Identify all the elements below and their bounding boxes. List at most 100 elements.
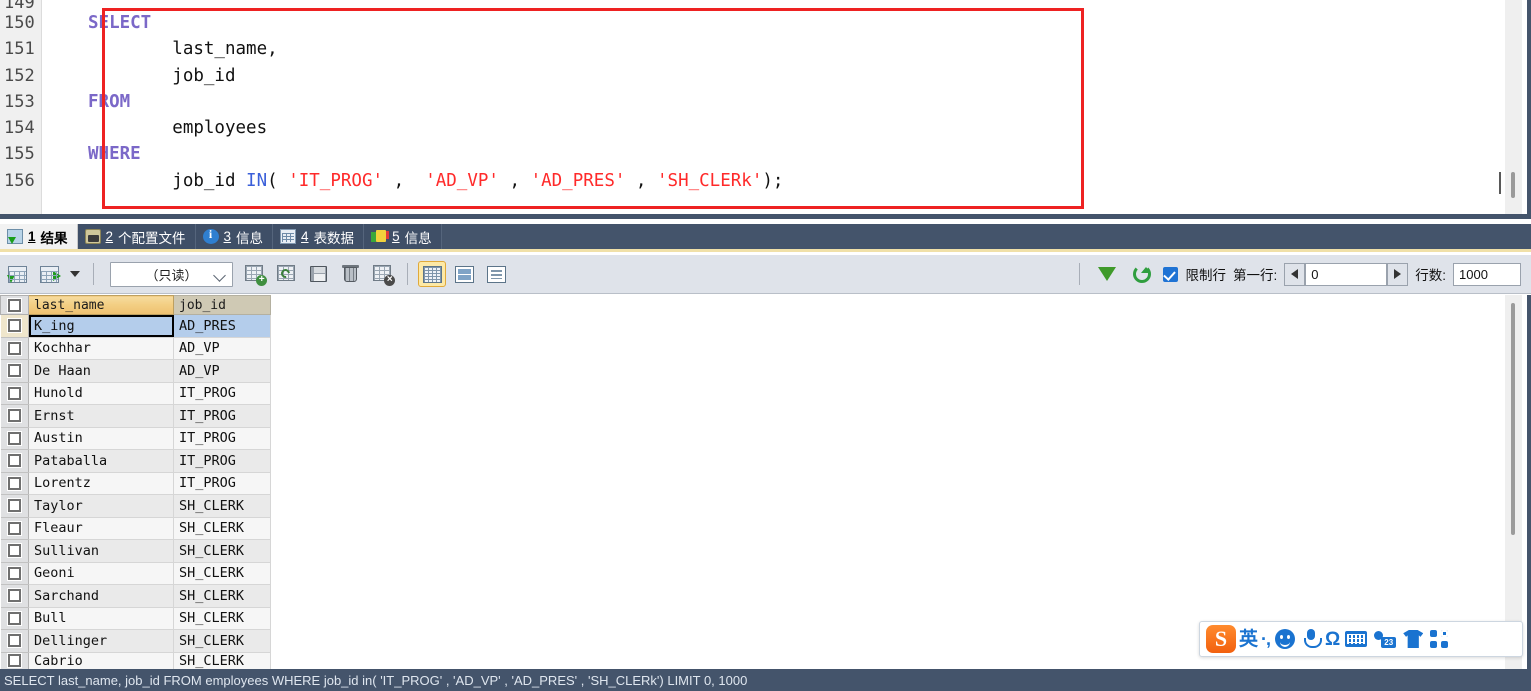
table-cell[interactable]: Bull xyxy=(28,607,174,630)
row-select-cell[interactable] xyxy=(0,517,29,540)
row-checkbox[interactable] xyxy=(7,364,21,378)
tab-4[interactable]: 4 表数据 xyxy=(273,224,365,249)
code-line[interactable] xyxy=(88,0,1531,10)
table-row[interactable]: Sullivan SH_CLERK xyxy=(0,539,271,563)
row-select-cell[interactable] xyxy=(0,449,29,473)
limit-rows-checkbox[interactable] xyxy=(1163,266,1179,282)
table-cell[interactable]: IT_PROG xyxy=(173,472,271,495)
table-cell[interactable]: SH_CLERK xyxy=(173,494,271,518)
table-cell[interactable]: Geoni xyxy=(28,562,174,585)
punctuation-toggle-icon[interactable]: ·, xyxy=(1261,630,1271,648)
table-row[interactable]: Pataballa IT_PROG xyxy=(0,449,271,473)
table-row[interactable]: Ernst IT_PROG xyxy=(0,404,271,428)
tab-3[interactable]: 3 信息 xyxy=(195,224,274,249)
row-checkbox[interactable] xyxy=(7,409,21,423)
table-cell[interactable]: IT_PROG xyxy=(173,404,271,428)
row-checkbox[interactable] xyxy=(7,386,21,400)
table-cell[interactable]: Fleaur xyxy=(28,517,174,540)
ime-mode-button[interactable]: 英 xyxy=(1239,625,1258,653)
table-cell[interactable]: AD_VP xyxy=(173,359,271,383)
row-checkbox[interactable] xyxy=(7,589,21,603)
grid-menu-dropdown[interactable] xyxy=(67,261,83,287)
table-row[interactable]: Fleaur SH_CLERK xyxy=(0,517,271,540)
table-cell[interactable]: IT_PROG xyxy=(173,382,271,405)
grid-scrollbar-thumb[interactable] xyxy=(1511,303,1515,535)
revert-edits-button[interactable]: × xyxy=(369,261,397,287)
table-cell[interactable]: SH_CLERK xyxy=(173,607,271,630)
row-select-cell[interactable] xyxy=(0,359,29,383)
table-row[interactable]: Geoni SH_CLERK xyxy=(0,562,271,585)
edit-mode-select[interactable]: （只读） xyxy=(110,261,233,287)
table-cell[interactable]: De Haan xyxy=(28,359,174,383)
row-checkbox[interactable] xyxy=(7,634,21,648)
code-line[interactable]: employees xyxy=(88,115,1531,141)
column-header-job_id[interactable]: job_id xyxy=(173,295,271,315)
table-cell[interactable]: Austin xyxy=(28,427,174,450)
user-account-button[interactable] xyxy=(1372,626,1398,652)
row-checkbox[interactable] xyxy=(7,654,21,667)
soft-keyboard-button[interactable] xyxy=(1343,626,1369,652)
row-select-cell[interactable] xyxy=(0,584,29,608)
row-checkbox[interactable] xyxy=(7,499,21,513)
sogou-logo-icon[interactable]: S xyxy=(1206,625,1236,653)
first-row-input[interactable]: 0 xyxy=(1305,262,1388,286)
first-row-next-button[interactable] xyxy=(1387,262,1409,286)
delete-row-button[interactable] xyxy=(337,261,365,287)
code-area[interactable]: SELECT last_name, job_id FROM employees WH… xyxy=(42,0,1531,214)
tab-2[interactable]: 2 个配置文件 xyxy=(77,224,196,249)
table-cell[interactable]: Cabrio xyxy=(28,652,174,669)
apps-button[interactable] xyxy=(1428,626,1450,652)
insert-row-button[interactable]: + xyxy=(241,261,269,287)
row-select-cell[interactable] xyxy=(0,607,29,630)
table-row[interactable]: K_ing AD_PRES xyxy=(0,314,271,338)
row-checkbox[interactable] xyxy=(7,611,21,625)
sogou-ime-toolbar[interactable]: S 英 ·, Ω xyxy=(1199,621,1523,657)
code-line[interactable]: SELECT xyxy=(88,10,1531,36)
refresh-button[interactable] xyxy=(1128,261,1156,287)
table-cell[interactable]: SH_CLERK xyxy=(173,652,271,669)
row-select-cell[interactable] xyxy=(0,427,29,450)
table-row[interactable]: Kochhar AD_VP xyxy=(0,337,271,360)
row-checkbox[interactable] xyxy=(7,341,21,355)
editor-scrollbar-thumb[interactable] xyxy=(1511,172,1515,198)
row-select-cell[interactable] xyxy=(0,337,29,360)
sql-editor[interactable]: 149 150 151 152 153 154 155 156 SELECT last_nam… xyxy=(0,0,1531,219)
table-cell[interactable]: IT_PROG xyxy=(173,427,271,450)
row-checkbox[interactable] xyxy=(7,521,21,535)
tab-1[interactable]: 1 结果 xyxy=(0,224,78,249)
row-select-cell[interactable] xyxy=(0,382,29,405)
row-checkbox[interactable] xyxy=(7,454,21,468)
text-view-button[interactable] xyxy=(482,261,510,287)
table-cell[interactable]: Lorentz xyxy=(28,472,174,495)
tab-5[interactable]: 5 信息 xyxy=(364,224,442,249)
table-cell[interactable]: SH_CLERK xyxy=(173,517,271,540)
table-row[interactable]: Bull SH_CLERK xyxy=(0,607,271,630)
table-row[interactable]: Austin IT_PROG xyxy=(0,427,271,450)
row-checkbox[interactable] xyxy=(7,431,21,445)
row-select-cell[interactable] xyxy=(0,494,29,518)
table-cell[interactable]: Hunold xyxy=(28,382,174,405)
table-cell[interactable]: SH_CLERK xyxy=(173,584,271,608)
row-select-cell[interactable] xyxy=(0,404,29,428)
save-edits-button[interactable] xyxy=(305,261,333,287)
grid-scrollbar[interactable] xyxy=(1505,295,1522,669)
row-checkbox[interactable] xyxy=(7,566,21,580)
table-row[interactable]: Dellinger SH_CLERK xyxy=(0,629,271,653)
table-row[interactable]: Lorentz IT_PROG xyxy=(0,472,271,495)
row-select-cell[interactable] xyxy=(0,472,29,495)
grid-view-button[interactable] xyxy=(418,261,446,287)
code-line[interactable]: job_id xyxy=(88,63,1531,89)
table-cell[interactable]: Ernst xyxy=(28,404,174,428)
row-select-cell[interactable] xyxy=(0,539,29,563)
symbol-button[interactable]: Ω xyxy=(1325,625,1340,653)
table-cell[interactable]: Dellinger xyxy=(28,629,174,653)
table-row[interactable]: Sarchand SH_CLERK xyxy=(0,584,271,608)
row-checkbox[interactable] xyxy=(7,544,21,558)
row-count-input[interactable]: 1000 xyxy=(1453,262,1521,286)
voice-input-button[interactable] xyxy=(1300,626,1323,652)
filter-button[interactable] xyxy=(1093,261,1121,302)
table-cell[interactable]: Pataballa xyxy=(28,449,174,473)
code-line[interactable]: job_id IN( 'IT_PROG' , 'AD_VP' , 'AD_PRE… xyxy=(88,168,1531,194)
table-row[interactable]: Hunold IT_PROG xyxy=(0,382,271,405)
table-cell[interactable]: SH_CLERK xyxy=(173,562,271,585)
